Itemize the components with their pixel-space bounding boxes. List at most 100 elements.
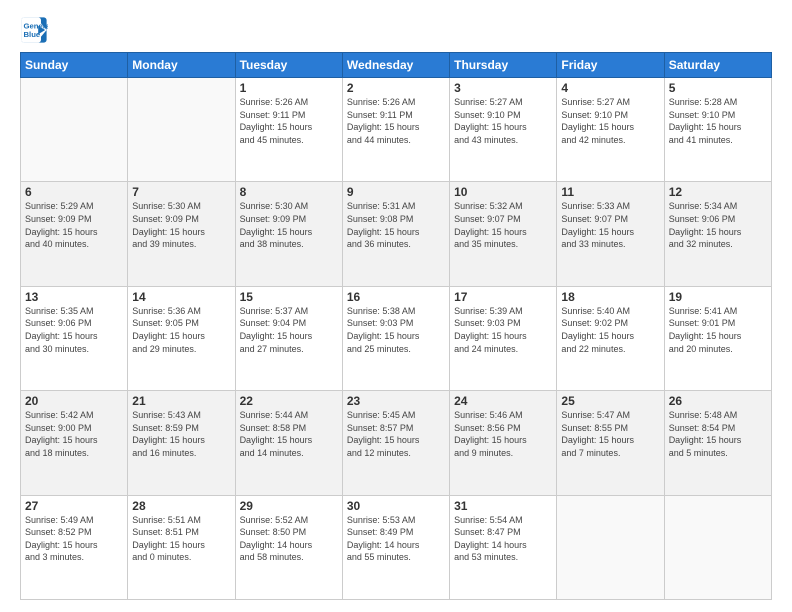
day-info: Sunrise: 5:51 AM Sunset: 8:51 PM Dayligh… [132,514,230,564]
calendar-cell: 29Sunrise: 5:52 AM Sunset: 8:50 PM Dayli… [235,495,342,599]
day-info: Sunrise: 5:27 AM Sunset: 9:10 PM Dayligh… [561,96,659,146]
weekday-header-saturday: Saturday [664,53,771,78]
day-number: 24 [454,394,552,408]
day-number: 3 [454,81,552,95]
day-number: 7 [132,185,230,199]
day-info: Sunrise: 5:52 AM Sunset: 8:50 PM Dayligh… [240,514,338,564]
calendar-cell: 3Sunrise: 5:27 AM Sunset: 9:10 PM Daylig… [450,78,557,182]
day-number: 18 [561,290,659,304]
weekday-header-tuesday: Tuesday [235,53,342,78]
day-info: Sunrise: 5:38 AM Sunset: 9:03 PM Dayligh… [347,305,445,355]
calendar-cell: 7Sunrise: 5:30 AM Sunset: 9:09 PM Daylig… [128,182,235,286]
day-info: Sunrise: 5:47 AM Sunset: 8:55 PM Dayligh… [561,409,659,459]
calendar-cell: 2Sunrise: 5:26 AM Sunset: 9:11 PM Daylig… [342,78,449,182]
day-number: 12 [669,185,767,199]
calendar-cell: 18Sunrise: 5:40 AM Sunset: 9:02 PM Dayli… [557,286,664,390]
day-info: Sunrise: 5:26 AM Sunset: 9:11 PM Dayligh… [240,96,338,146]
day-info: Sunrise: 5:45 AM Sunset: 8:57 PM Dayligh… [347,409,445,459]
day-number: 10 [454,185,552,199]
calendar-week-row: 1Sunrise: 5:26 AM Sunset: 9:11 PM Daylig… [21,78,772,182]
day-info: Sunrise: 5:26 AM Sunset: 9:11 PM Dayligh… [347,96,445,146]
weekday-header-monday: Monday [128,53,235,78]
day-number: 31 [454,499,552,513]
day-info: Sunrise: 5:30 AM Sunset: 9:09 PM Dayligh… [240,200,338,250]
calendar-table: SundayMondayTuesdayWednesdayThursdayFrid… [20,52,772,600]
day-info: Sunrise: 5:40 AM Sunset: 9:02 PM Dayligh… [561,305,659,355]
day-number: 28 [132,499,230,513]
weekday-header-wednesday: Wednesday [342,53,449,78]
day-number: 29 [240,499,338,513]
calendar-cell: 12Sunrise: 5:34 AM Sunset: 9:06 PM Dayli… [664,182,771,286]
day-info: Sunrise: 5:30 AM Sunset: 9:09 PM Dayligh… [132,200,230,250]
svg-text:General: General [24,22,49,31]
calendar-cell: 25Sunrise: 5:47 AM Sunset: 8:55 PM Dayli… [557,391,664,495]
day-info: Sunrise: 5:27 AM Sunset: 9:10 PM Dayligh… [454,96,552,146]
day-info: Sunrise: 5:35 AM Sunset: 9:06 PM Dayligh… [25,305,123,355]
day-info: Sunrise: 5:41 AM Sunset: 9:01 PM Dayligh… [669,305,767,355]
calendar-cell: 9Sunrise: 5:31 AM Sunset: 9:08 PM Daylig… [342,182,449,286]
day-number: 21 [132,394,230,408]
calendar-cell: 28Sunrise: 5:51 AM Sunset: 8:51 PM Dayli… [128,495,235,599]
day-info: Sunrise: 5:39 AM Sunset: 9:03 PM Dayligh… [454,305,552,355]
calendar-cell: 10Sunrise: 5:32 AM Sunset: 9:07 PM Dayli… [450,182,557,286]
calendar-cell: 8Sunrise: 5:30 AM Sunset: 9:09 PM Daylig… [235,182,342,286]
day-number: 19 [669,290,767,304]
logo-icon: General Blue [20,16,48,44]
day-number: 27 [25,499,123,513]
logo: General Blue [20,16,48,44]
calendar-cell: 22Sunrise: 5:44 AM Sunset: 8:58 PM Dayli… [235,391,342,495]
calendar-cell: 31Sunrise: 5:54 AM Sunset: 8:47 PM Dayli… [450,495,557,599]
calendar-cell: 13Sunrise: 5:35 AM Sunset: 9:06 PM Dayli… [21,286,128,390]
day-info: Sunrise: 5:37 AM Sunset: 9:04 PM Dayligh… [240,305,338,355]
calendar-cell: 26Sunrise: 5:48 AM Sunset: 8:54 PM Dayli… [664,391,771,495]
calendar-cell [128,78,235,182]
day-number: 16 [347,290,445,304]
day-number: 6 [25,185,123,199]
day-number: 14 [132,290,230,304]
weekday-header-friday: Friday [557,53,664,78]
calendar-cell: 17Sunrise: 5:39 AM Sunset: 9:03 PM Dayli… [450,286,557,390]
calendar-cell: 24Sunrise: 5:46 AM Sunset: 8:56 PM Dayli… [450,391,557,495]
calendar-week-row: 6Sunrise: 5:29 AM Sunset: 9:09 PM Daylig… [21,182,772,286]
day-info: Sunrise: 5:48 AM Sunset: 8:54 PM Dayligh… [669,409,767,459]
day-info: Sunrise: 5:49 AM Sunset: 8:52 PM Dayligh… [25,514,123,564]
day-number: 2 [347,81,445,95]
calendar-cell: 19Sunrise: 5:41 AM Sunset: 9:01 PM Dayli… [664,286,771,390]
day-number: 22 [240,394,338,408]
day-number: 9 [347,185,445,199]
header: General Blue [20,16,772,44]
weekday-header-thursday: Thursday [450,53,557,78]
calendar-week-row: 20Sunrise: 5:42 AM Sunset: 9:00 PM Dayli… [21,391,772,495]
day-number: 30 [347,499,445,513]
day-info: Sunrise: 5:36 AM Sunset: 9:05 PM Dayligh… [132,305,230,355]
weekday-header-row: SundayMondayTuesdayWednesdayThursdayFrid… [21,53,772,78]
day-number: 13 [25,290,123,304]
day-number: 1 [240,81,338,95]
day-info: Sunrise: 5:31 AM Sunset: 9:08 PM Dayligh… [347,200,445,250]
day-number: 8 [240,185,338,199]
calendar-cell [557,495,664,599]
calendar-cell: 4Sunrise: 5:27 AM Sunset: 9:10 PM Daylig… [557,78,664,182]
day-number: 11 [561,185,659,199]
day-number: 25 [561,394,659,408]
day-number: 4 [561,81,659,95]
calendar-cell: 30Sunrise: 5:53 AM Sunset: 8:49 PM Dayli… [342,495,449,599]
day-info: Sunrise: 5:42 AM Sunset: 9:00 PM Dayligh… [25,409,123,459]
calendar-cell: 6Sunrise: 5:29 AM Sunset: 9:09 PM Daylig… [21,182,128,286]
day-info: Sunrise: 5:28 AM Sunset: 9:10 PM Dayligh… [669,96,767,146]
day-info: Sunrise: 5:33 AM Sunset: 9:07 PM Dayligh… [561,200,659,250]
day-info: Sunrise: 5:29 AM Sunset: 9:09 PM Dayligh… [25,200,123,250]
day-info: Sunrise: 5:53 AM Sunset: 8:49 PM Dayligh… [347,514,445,564]
day-info: Sunrise: 5:43 AM Sunset: 8:59 PM Dayligh… [132,409,230,459]
calendar-cell: 20Sunrise: 5:42 AM Sunset: 9:00 PM Dayli… [21,391,128,495]
calendar-cell: 15Sunrise: 5:37 AM Sunset: 9:04 PM Dayli… [235,286,342,390]
calendar-cell: 16Sunrise: 5:38 AM Sunset: 9:03 PM Dayli… [342,286,449,390]
calendar-cell [21,78,128,182]
day-number: 26 [669,394,767,408]
day-number: 5 [669,81,767,95]
calendar-cell [664,495,771,599]
day-info: Sunrise: 5:46 AM Sunset: 8:56 PM Dayligh… [454,409,552,459]
calendar-cell: 1Sunrise: 5:26 AM Sunset: 9:11 PM Daylig… [235,78,342,182]
day-info: Sunrise: 5:54 AM Sunset: 8:47 PM Dayligh… [454,514,552,564]
calendar-cell: 11Sunrise: 5:33 AM Sunset: 9:07 PM Dayli… [557,182,664,286]
